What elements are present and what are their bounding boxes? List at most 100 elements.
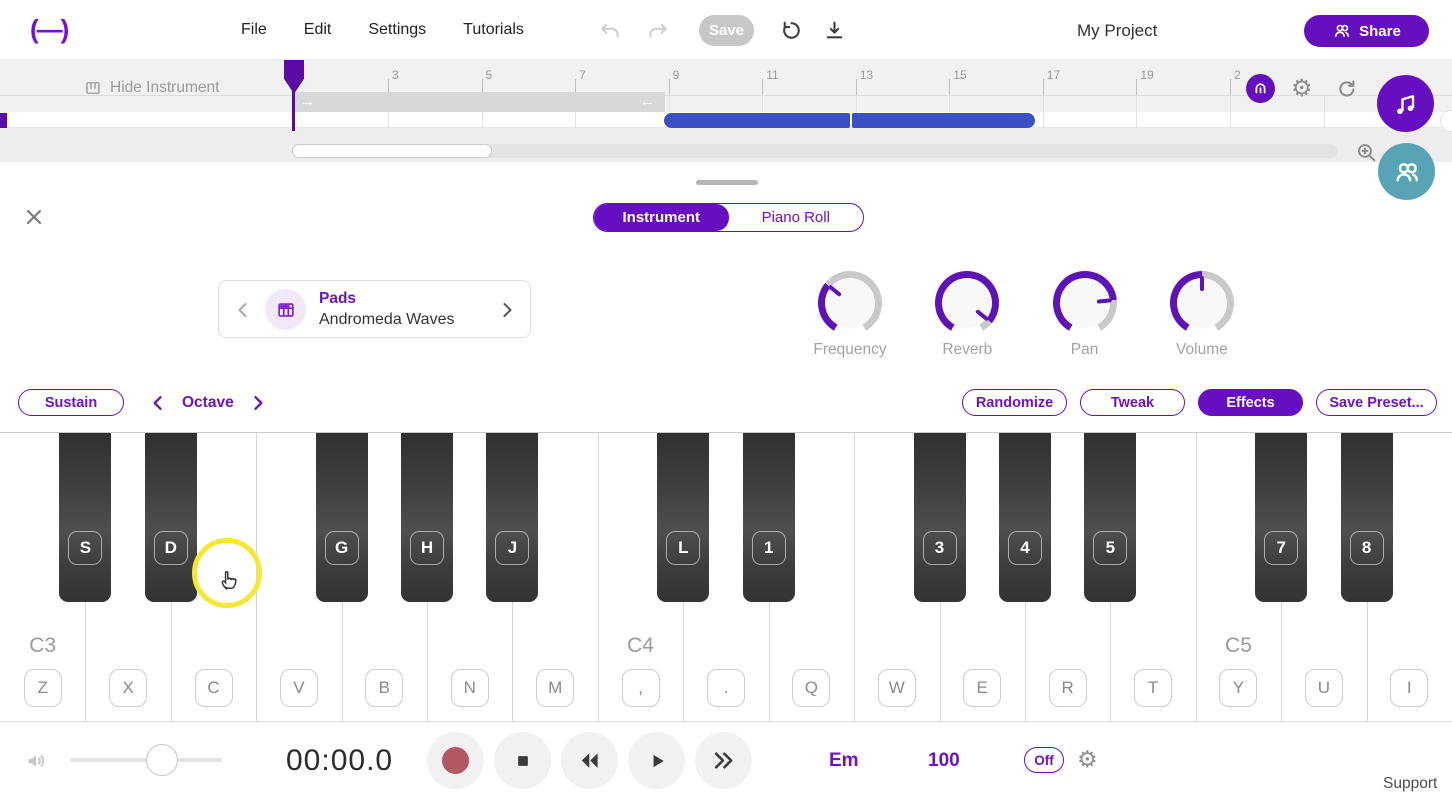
volume-slider-thumb[interactable] bbox=[146, 744, 178, 776]
stop-button[interactable] bbox=[494, 732, 551, 789]
black-key-label: H bbox=[410, 531, 445, 565]
metronome-toggle[interactable]: Off bbox=[1024, 747, 1064, 773]
instrument-selector: Pads Andromeda Waves bbox=[218, 280, 531, 338]
octave-up-chevron-icon[interactable] bbox=[248, 393, 268, 413]
ruler-tick-label: 17 bbox=[1046, 68, 1061, 82]
white-key-separator bbox=[1024, 602, 1026, 723]
white-key-label: , bbox=[621, 669, 660, 707]
share-button[interactable]: Share bbox=[1304, 15, 1429, 47]
menu-edit[interactable]: Edit bbox=[304, 21, 332, 39]
save-preset-button[interactable]: Save Preset... bbox=[1316, 389, 1437, 416]
timeline-settings-gear-icon[interactable]: ⚙ bbox=[1291, 74, 1313, 103]
white-key-label: B bbox=[365, 669, 404, 707]
menu-file[interactable]: File bbox=[241, 21, 267, 39]
undo-icon[interactable] bbox=[597, 18, 623, 44]
octave-down-chevron-icon[interactable] bbox=[148, 393, 168, 413]
white-key-label: Z bbox=[23, 669, 62, 707]
black-key-L[interactable]: L bbox=[657, 433, 710, 602]
black-key-H[interactable]: H bbox=[401, 433, 454, 602]
knob-pointer bbox=[805, 258, 895, 348]
randomize-button[interactable]: Randomize bbox=[962, 389, 1067, 416]
app-window: (—) File Edit Settings Tutorials Save My… bbox=[0, 0, 1452, 792]
black-key-label: D bbox=[153, 531, 188, 565]
fast-forward-button[interactable] bbox=[695, 732, 752, 789]
black-key-5[interactable]: 5 bbox=[1084, 433, 1137, 602]
octave-label-C3: C3 bbox=[29, 634, 57, 657]
audio-clip[interactable] bbox=[852, 113, 1035, 128]
menu-settings[interactable]: Settings bbox=[368, 21, 426, 39]
previous-instrument-chevron-icon[interactable] bbox=[231, 298, 255, 322]
transport-settings-gear-icon[interactable]: ⚙ bbox=[1077, 745, 1098, 774]
rewind-button[interactable] bbox=[561, 732, 618, 789]
black-key-S[interactable]: S bbox=[59, 433, 112, 602]
black-key-8[interactable]: 8 bbox=[1340, 433, 1393, 602]
support-link[interactable]: Support bbox=[1383, 775, 1437, 792]
redo-icon[interactable] bbox=[645, 18, 671, 44]
white-key-label: V bbox=[279, 669, 318, 707]
menu-bar: File Edit Settings Tutorials bbox=[241, 0, 524, 60]
collaboration-fab-people-icon[interactable] bbox=[1378, 143, 1435, 200]
timeline: 3 5 7 9 11 13 15 17 19 2 Hide Instrument → ← bbox=[0, 60, 1452, 162]
key-signature[interactable]: Em bbox=[829, 750, 859, 772]
loop-region-bar[interactable]: → ← bbox=[293, 92, 665, 112]
black-key-label: 4 bbox=[1007, 531, 1042, 565]
black-key-label: 8 bbox=[1349, 531, 1384, 565]
loop-toggle-icon[interactable] bbox=[1334, 76, 1359, 101]
white-key-separator bbox=[170, 602, 172, 723]
black-key-4[interactable]: 4 bbox=[998, 433, 1051, 602]
loop-end-arrow-icon[interactable]: ← bbox=[640, 92, 655, 112]
knob-pointer bbox=[1170, 271, 1234, 335]
hide-instrument-button[interactable]: Hide Instrument bbox=[84, 79, 219, 97]
time-display: 00:00.0 bbox=[286, 744, 394, 777]
octave-control: Octave bbox=[148, 389, 268, 416]
knob-reverb[interactable]: Reverb bbox=[935, 271, 1000, 358]
metronome-badge-icon[interactable] bbox=[1246, 74, 1275, 103]
tempo-value[interactable]: 100 bbox=[928, 750, 960, 772]
black-key-3[interactable]: 3 bbox=[913, 433, 966, 602]
clip-fragment[interactable] bbox=[0, 113, 7, 128]
instrument-fab-music-note-icon[interactable] bbox=[1377, 75, 1434, 132]
knob-pan[interactable]: Pan bbox=[1052, 271, 1117, 358]
project-title[interactable]: My Project bbox=[1077, 21, 1157, 41]
black-key-label: J bbox=[495, 531, 530, 565]
loop-start-arrow-icon[interactable]: → bbox=[300, 92, 315, 112]
black-key-G[interactable]: G bbox=[315, 433, 368, 602]
play-button[interactable] bbox=[628, 732, 685, 789]
ruler-tick bbox=[762, 79, 764, 95]
horizontal-scrollbar-thumb[interactable] bbox=[292, 144, 492, 158]
white-key-label: Y bbox=[1219, 669, 1258, 707]
save-button[interactable]: Save bbox=[699, 15, 754, 46]
black-key-label: 5 bbox=[1093, 531, 1128, 565]
ruler-tick bbox=[949, 79, 951, 95]
app-logo[interactable]: (—) bbox=[30, 14, 69, 45]
effects-button[interactable]: Effects bbox=[1198, 389, 1303, 416]
octave-label: Octave bbox=[182, 393, 234, 411]
sustain-button[interactable]: Sustain bbox=[18, 389, 124, 416]
download-icon[interactable] bbox=[822, 18, 848, 44]
tweak-button[interactable]: Tweak bbox=[1080, 389, 1185, 416]
black-key-D[interactable]: D bbox=[144, 433, 197, 602]
close-panel-icon[interactable] bbox=[22, 205, 46, 229]
knob-frequency[interactable]: Frequency bbox=[813, 271, 887, 358]
ruler-tick-label: 19 bbox=[1140, 68, 1154, 82]
speaker-icon[interactable] bbox=[24, 748, 50, 774]
audio-clip[interactable] bbox=[664, 113, 850, 128]
next-instrument-chevron-icon[interactable] bbox=[495, 298, 519, 322]
tab-piano-roll[interactable]: Piano Roll bbox=[729, 204, 864, 231]
ruler-tick bbox=[855, 79, 857, 95]
ruler-tick bbox=[668, 79, 670, 95]
black-key-J[interactable]: J bbox=[486, 433, 539, 602]
white-key-separator bbox=[1110, 602, 1112, 723]
black-key-7[interactable]: 7 bbox=[1255, 433, 1308, 602]
white-key-separator bbox=[683, 602, 685, 723]
knob-pointer-line bbox=[975, 309, 990, 322]
record-button[interactable] bbox=[427, 732, 484, 789]
knob-volume[interactable]: Volume bbox=[1169, 271, 1234, 358]
record-dot-icon bbox=[442, 747, 469, 774]
history-icon[interactable] bbox=[779, 18, 805, 44]
tab-instrument[interactable]: Instrument bbox=[594, 204, 729, 231]
panel-resize-handle[interactable] bbox=[696, 180, 758, 185]
menu-tutorials[interactable]: Tutorials bbox=[463, 21, 524, 39]
white-key-label: W bbox=[877, 669, 916, 707]
black-key-1[interactable]: 1 bbox=[742, 433, 795, 602]
